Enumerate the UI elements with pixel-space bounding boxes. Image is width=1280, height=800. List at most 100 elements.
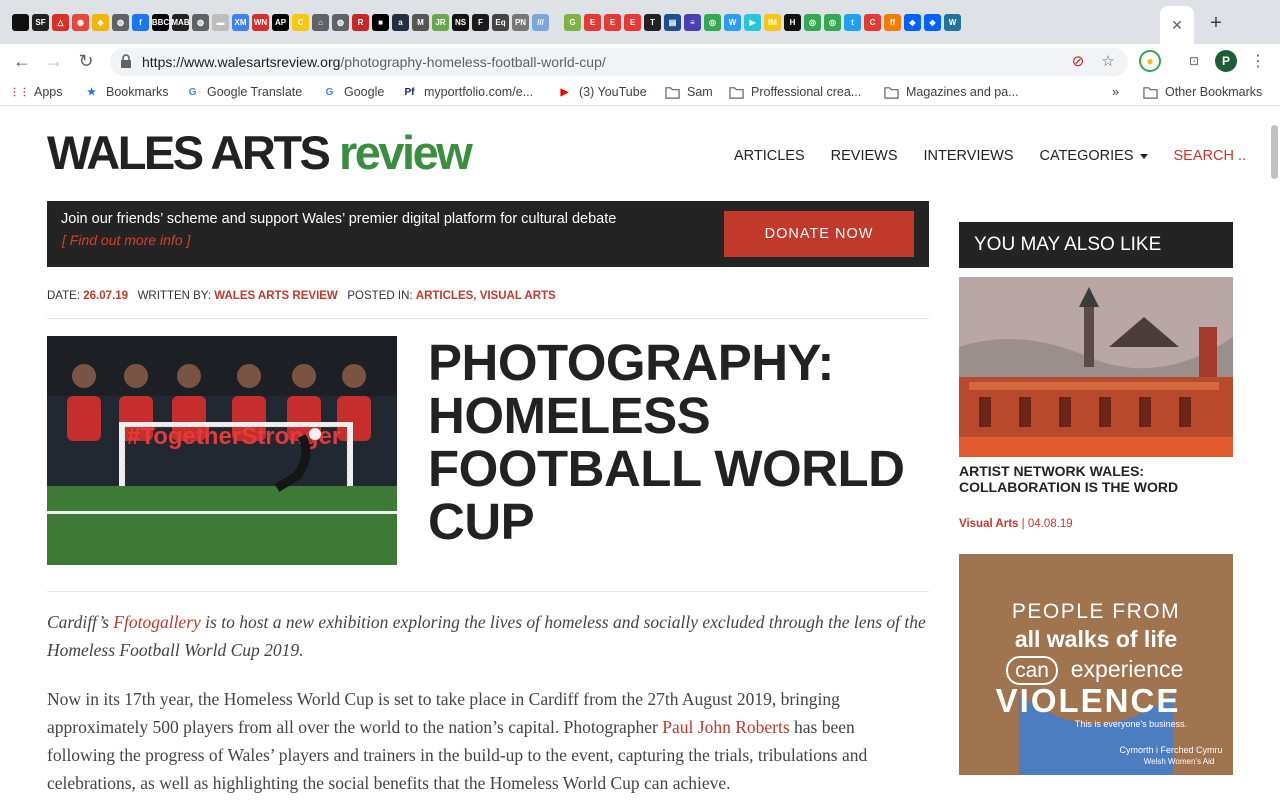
- author-link[interactable]: WALES ARTS REVIEW: [214, 290, 338, 302]
- youtube-icon: ▶: [560, 86, 569, 98]
- close-icon[interactable]: ✕: [1171, 17, 1183, 34]
- f-favicon-icon[interactable]: F: [472, 14, 489, 31]
- w-favicon-icon[interactable]: W: [724, 14, 741, 31]
- other-bookmarks[interactable]: Other Bookmarks: [1143, 83, 1262, 101]
- cyan-favicon-icon[interactable]: ▶: [744, 14, 761, 31]
- sf-favicon-icon[interactable]: SF: [32, 14, 49, 31]
- eq-favicon-icon[interactable]: Eq: [492, 14, 509, 31]
- blue-box-favicon-icon[interactable]: ▤: [664, 14, 681, 31]
- donate-button[interactable]: DONATE NOW: [724, 211, 914, 257]
- r-favicon-icon[interactable]: R: [352, 14, 369, 31]
- bookmark-item[interactable]: ★ Bookmarks: [84, 83, 169, 101]
- jr-favicon-icon[interactable]: JR: [432, 14, 449, 31]
- t-favicon-icon[interactable]: T: [644, 14, 661, 31]
- bookmark-item[interactable]: ▶ (3) YouTube: [557, 83, 647, 101]
- profile-avatar[interactable]: P: [1215, 50, 1237, 72]
- nav-search[interactable]: SEARCH ..: [1174, 148, 1247, 164]
- wordpress-favicon-icon[interactable]: W: [944, 14, 961, 31]
- nav-reviews[interactable]: REVIEWS: [831, 148, 898, 164]
- dropbox-favicon-icon[interactable]: ◆: [924, 14, 941, 31]
- h-favicon-icon[interactable]: H: [784, 14, 801, 31]
- new-tab-button[interactable]: +: [1205, 12, 1227, 34]
- bookmark-label: Magazines and pa...: [906, 85, 1019, 99]
- c-red-favicon-icon[interactable]: C: [864, 14, 881, 31]
- site-logo[interactable]: WALES ARTS review: [47, 125, 473, 180]
- ns-favicon-icon[interactable]: NS: [452, 14, 469, 31]
- g-green-favicon-icon[interactable]: G: [564, 14, 581, 31]
- xm-favicon-icon[interactable]: XM: [232, 14, 249, 31]
- forward-arrow-icon[interactable]: →: [42, 49, 66, 73]
- globe-favicon-icon[interactable]: ◍: [192, 14, 209, 31]
- grey-page-favicon-icon[interactable]: ▬: [212, 14, 229, 31]
- article-hero-image: #TogetherStronger: [47, 336, 397, 565]
- bookmarks-bar: » Other Bookmarks ⋮⋮ Apps ★ Bookmarks G Googl…: [0, 78, 1280, 106]
- globe-favicon-icon[interactable]: ◍: [112, 14, 129, 31]
- related-category-link[interactable]: Visual Arts: [959, 518, 1018, 530]
- apps-grid-icon: ⋮⋮: [9, 86, 30, 98]
- yellow-c-favicon-icon[interactable]: C: [292, 14, 309, 31]
- bookmark-item[interactable]: Proffessional crea...: [729, 83, 861, 101]
- ffotogallery-link[interactable]: Ffotogallery: [113, 612, 200, 632]
- related-article-title[interactable]: ARTIST NETWORK WALES: COLLABORATION IS T…: [959, 463, 1233, 495]
- find-out-more-link[interactable]: [ Find out more info ]: [62, 232, 190, 248]
- page-scrollbar[interactable]: [1271, 125, 1278, 179]
- bookmarks-overflow-button[interactable]: »: [1112, 83, 1119, 101]
- main-nav: ARTICLES REVIEWS INTERVIEWS CATEGORIES S…: [734, 148, 1246, 164]
- e-red-favicon-icon[interactable]: E: [604, 14, 621, 31]
- pinot-favicon-icon[interactable]: PN: [512, 14, 529, 31]
- red-flag-favicon-icon[interactable]: △: [52, 14, 69, 31]
- active-tab[interactable]: ✕: [1160, 6, 1194, 44]
- bookmark-item[interactable]: G Google: [322, 83, 385, 101]
- ff-favicon-icon[interactable]: ff: [884, 14, 901, 31]
- tab-favicons: SF △ ◉ ◆ ◍ f BBC MAB ◍ ▬ XM WN AP C ⌂ ◍ R ■ a M JR NS F Eq PN///…: [12, 14, 961, 32]
- welsh-womens-aid-ad[interactable]: PEOPLE FROM all walks of life can experi…: [959, 554, 1233, 775]
- bookmark-star-icon[interactable]: ☆: [1098, 52, 1118, 72]
- m-favicon-icon[interactable]: M: [412, 14, 429, 31]
- chrome-favicon-icon[interactable]: ◎: [824, 14, 841, 31]
- back-arrow-icon[interactable]: ←: [10, 49, 34, 73]
- imdb-favicon-icon[interactable]: IM: [764, 14, 781, 31]
- amazon-favicon-icon[interactable]: a: [392, 14, 409, 31]
- cast-icon[interactable]: ⊡: [1183, 50, 1205, 72]
- bookmark-item[interactable]: Pf myportfolio.com/e...: [402, 83, 534, 101]
- black-hexagon-icon[interactable]: [12, 14, 29, 31]
- twitter-favicon-icon[interactable]: t: [844, 14, 861, 31]
- nav-articles[interactable]: ARTICLES: [734, 148, 805, 164]
- ap-favicon-icon[interactable]: AP: [272, 14, 289, 31]
- black-square-favicon-icon[interactable]: ■: [372, 14, 389, 31]
- bookmark-label: Google: [344, 85, 385, 99]
- photographer-link[interactable]: Paul John Roberts: [662, 717, 789, 737]
- bookmark-item[interactable]: ⋮⋮ Apps: [9, 83, 63, 101]
- blocked-popup-icon[interactable]: ⊘: [1068, 52, 1088, 72]
- category-link-visual-arts[interactable]: VISUAL ARTS: [480, 290, 556, 302]
- extension-icon[interactable]: ●: [1139, 50, 1161, 72]
- bbc-favicon-icon[interactable]: BBC: [152, 14, 169, 31]
- globe-favicon-icon[interactable]: ◍: [332, 14, 349, 31]
- related-article-image[interactable]: [959, 277, 1233, 457]
- bookmark-item[interactable]: G Google Translate: [185, 83, 303, 101]
- stripes-favicon-icon[interactable]: ///: [532, 14, 549, 31]
- mab-favicon-icon[interactable]: MAB: [172, 14, 189, 31]
- nav-categories[interactable]: CATEGORIES: [1040, 148, 1148, 164]
- red-dragon-favicon-icon[interactable]: ◉: [72, 14, 89, 31]
- house-favicon-icon[interactable]: ⌂: [312, 14, 329, 31]
- e-red-favicon-icon[interactable]: E: [624, 14, 641, 31]
- dropbox-favicon-icon[interactable]: ◆: [904, 14, 921, 31]
- address-bar[interactable]: https://www.walesartsreview.org/photogra…: [110, 48, 1128, 76]
- reload-icon[interactable]: ↻: [74, 49, 98, 73]
- list-favicon-icon[interactable]: ≡: [684, 14, 701, 31]
- url-text[interactable]: https://www.walesartsreview.org/photogra…: [142, 54, 606, 70]
- category-link-articles[interactable]: ARTICLES: [416, 290, 474, 302]
- colorful-favicon-icon[interactable]: ◆: [92, 14, 109, 31]
- wn-favicon-icon[interactable]: WN: [252, 14, 269, 31]
- svg-text:Cymorth i Ferched Cymru: Cymorth i Ferched Cymru: [1119, 745, 1222, 755]
- e-red-favicon-icon[interactable]: E: [584, 14, 601, 31]
- chrome-favicon-icon[interactable]: ◎: [704, 14, 721, 31]
- google-icon: G: [325, 86, 334, 98]
- facebook-favicon-icon[interactable]: f: [132, 14, 149, 31]
- bookmark-item[interactable]: Magazines and pa...: [884, 83, 1019, 101]
- bookmark-item[interactable]: Sam: [665, 83, 713, 101]
- chrome-favicon-icon[interactable]: ◎: [804, 14, 821, 31]
- nav-interviews[interactable]: INTERVIEWS: [924, 148, 1014, 164]
- menu-kebab-icon[interactable]: ⋮: [1247, 50, 1269, 72]
